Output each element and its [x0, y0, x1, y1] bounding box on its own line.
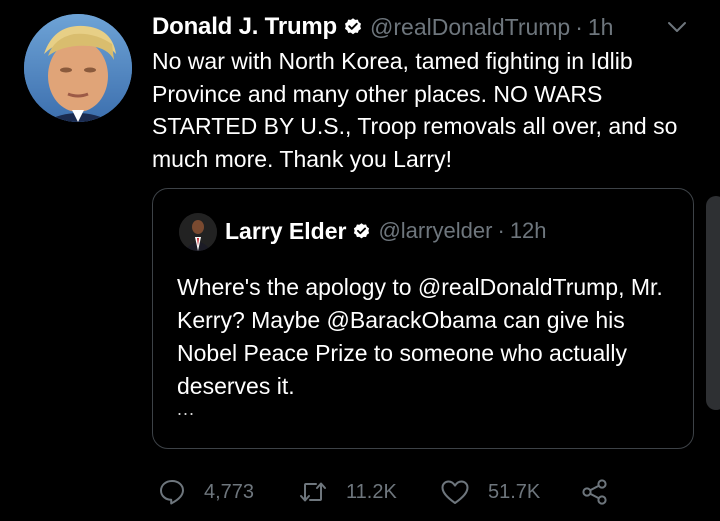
reply-button[interactable]: 4,773 — [158, 478, 298, 506]
verified-badge-icon — [352, 222, 371, 241]
author-handle[interactable]: @realDonaldTrump — [370, 14, 570, 41]
avatar-portrait — [24, 14, 132, 122]
share-icon — [580, 478, 610, 506]
tweet-actions: 4,773 11.2K 51.7K — [158, 476, 610, 508]
author-avatar[interactable] — [24, 14, 132, 122]
quoted-tweet-timestamp[interactable]: 12h — [510, 218, 547, 244]
like-button[interactable]: 51.7K — [440, 478, 580, 506]
chevron-down-icon[interactable] — [664, 16, 690, 38]
heart-icon — [440, 478, 470, 506]
quoted-avatar-portrait — [179, 213, 217, 251]
quoted-tweet[interactable]: Larry Elder @larryelder · 12h Where's th… — [152, 188, 694, 449]
retweet-count: 11.2K — [346, 480, 397, 503]
quoted-tweet-header: Larry Elder @larryelder · 12h — [225, 215, 547, 247]
separator-dot: · — [497, 218, 505, 243]
quoted-tweet-text: Where's the apology to @realDonaldTrump,… — [177, 274, 663, 399]
tweet-header: Donald J. Trump @realDonaldTrump · 1h — [152, 10, 613, 44]
tweet[interactable]: Donald J. Trump @realDonaldTrump · 1h No… — [0, 0, 720, 521]
share-button[interactable] — [580, 478, 610, 506]
retweet-icon — [298, 478, 328, 506]
quoted-text-ellipsis: ... — [177, 399, 196, 419]
reply-count: 4,773 — [204, 480, 255, 503]
verified-badge-icon — [343, 17, 363, 37]
tweet-timestamp[interactable]: 1h — [588, 14, 614, 41]
separator-dot: · — [575, 13, 583, 40]
reply-icon — [158, 478, 186, 506]
retweet-button[interactable]: 11.2K — [298, 478, 440, 506]
tweet-text: No war with North Korea, tamed fighting … — [152, 48, 678, 172]
author-name[interactable]: Donald J. Trump — [152, 13, 337, 41]
quoted-author-avatar[interactable] — [179, 213, 217, 251]
scrollbar[interactable] — [706, 196, 720, 410]
quoted-author-name[interactable]: Larry Elder — [225, 218, 346, 245]
like-count: 51.7K — [488, 480, 541, 503]
quoted-author-handle[interactable]: @larryelder — [378, 218, 492, 244]
